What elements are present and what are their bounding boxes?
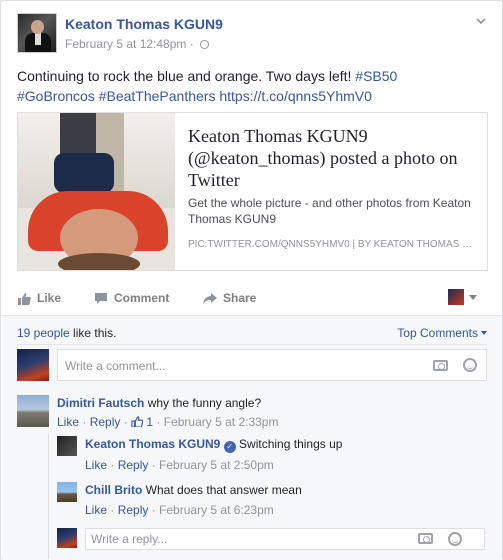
post-actions-bar: Like Comment Share	[17, 285, 487, 313]
post-header: Keaton Thomas KGUN9 February 5 at 12:48p…	[17, 13, 487, 55]
page-selector[interactable]	[448, 289, 477, 305]
reply-text: Switching things up	[239, 437, 343, 451]
share-icon	[203, 292, 217, 304]
link-preview-thumbnail[interactable]	[18, 113, 175, 270]
reply-meta: Like · Reply · February 5 at 6:23pm	[85, 503, 274, 517]
verified-check-icon: ✓	[223, 441, 236, 453]
likes-suffix: like this.	[69, 326, 117, 340]
reply-time[interactable]: February 5 at 2:50pm	[159, 458, 274, 472]
commenter-avatar[interactable]	[17, 395, 49, 427]
reply-placeholder: Write a reply...	[91, 532, 168, 546]
comment-time[interactable]: February 5 at 2:33pm	[164, 415, 279, 429]
commenter-name[interactable]: Dimitri Fautsch	[57, 396, 144, 410]
comment-button[interactable]: Comment	[94, 291, 169, 305]
post-timestamp[interactable]: February 5 at 12:48pm	[65, 37, 186, 51]
reply-thread-line	[48, 434, 49, 559]
page-avatar	[448, 289, 464, 305]
comment-text: why the funny angle?	[147, 396, 262, 410]
emoji-icon[interactable]	[463, 358, 477, 372]
caret-down-icon	[481, 331, 487, 335]
chevron-down-icon[interactable]	[475, 15, 487, 27]
comments-section: 19 people like this. Top Comments Write …	[2, 315, 502, 560]
post-text: Continuing to rock the blue and orange. …	[17, 66, 487, 106]
thumbs-up-icon	[131, 416, 144, 428]
comment-meta: Like · Reply · 1 · February 5 at 2:33pm	[57, 415, 279, 429]
reply-like-link[interactable]: Like	[85, 458, 107, 472]
caret-down-icon	[469, 294, 477, 300]
author-name[interactable]: Keaton Thomas KGUN9	[65, 16, 223, 32]
reply-input[interactable]: Write a reply...	[85, 528, 485, 550]
reply-time[interactable]: February 5 at 6:23pm	[159, 503, 274, 517]
author-avatar[interactable]	[17, 13, 57, 53]
divider	[17, 344, 487, 345]
hashtag-sb50[interactable]: #SB50	[355, 68, 397, 84]
comment-input[interactable]: Write a comment...	[57, 349, 487, 381]
globe-icon	[200, 40, 210, 49]
reply-text: What does that answer mean	[145, 483, 302, 497]
comment-like-link[interactable]: Like	[57, 415, 79, 429]
post-meta: February 5 at 12:48pm ·	[65, 37, 210, 51]
share-label: Share	[223, 291, 257, 305]
camera-icon[interactable]	[433, 360, 448, 371]
reply-like-link[interactable]: Like	[85, 503, 107, 517]
link-preview-source: pic.twitter.com/qnns5YhmV0 | By Keaton T…	[188, 239, 478, 250]
likes-count-link[interactable]: 19 people	[17, 326, 70, 340]
hashtag-gobroncos[interactable]: #GoBroncos	[17, 88, 95, 104]
link-preview-description: Get the whole picture - and other photos…	[188, 196, 471, 226]
post-text-plain: Continuing to rock the blue and orange. …	[17, 68, 352, 84]
reply-item: Chill Brito What does that answer mean	[85, 482, 302, 498]
reply-reply-link[interactable]: Reply	[118, 503, 149, 517]
comment-reply-link[interactable]: Reply	[90, 415, 121, 429]
like-label: Like	[37, 291, 62, 305]
comment-item: Dimitri Fautsch why the funny angle?	[57, 395, 261, 411]
comment-icon	[95, 292, 107, 304]
thumbs-up-icon	[18, 292, 31, 305]
current-user-avatar	[57, 528, 77, 548]
link-preview-title[interactable]: Keaton Thomas KGUN9 (@keaton_thomas) pos…	[188, 125, 478, 191]
like-button[interactable]: Like	[17, 291, 61, 305]
emoji-icon[interactable]	[448, 532, 462, 546]
reply-author-name[interactable]: Keaton Thomas KGUN9	[85, 437, 220, 451]
top-comments-label: Top Comments	[397, 326, 478, 340]
top-comments-dropdown[interactable]: Top Comments	[397, 326, 487, 340]
comment-like-count[interactable]: 1	[146, 415, 153, 429]
meta-separator: ·	[189, 37, 194, 51]
current-user-avatar	[17, 349, 49, 381]
link-preview-card[interactable]: Keaton Thomas KGUN9 (@keaton_thomas) pos…	[17, 112, 488, 271]
reply-item: Keaton Thomas KGUN9 ✓ Switching things u…	[85, 436, 342, 453]
comment-placeholder: Write a comment...	[65, 359, 166, 373]
camera-icon[interactable]	[418, 533, 433, 544]
likes-summary: 19 people like this.	[17, 326, 116, 340]
share-button[interactable]: Share	[202, 291, 256, 305]
reply-author-name[interactable]: Chill Brito	[85, 483, 142, 497]
reply-author-avatar[interactable]	[57, 436, 77, 456]
reply-reply-link[interactable]: Reply	[118, 458, 149, 472]
post-card: Keaton Thomas KGUN9 February 5 at 12:48p…	[0, 0, 503, 560]
reply-meta: Like · Reply · February 5 at 2:50pm	[85, 458, 274, 472]
hashtag-beatthepanthers[interactable]: #BeatThePanthers	[99, 88, 216, 104]
comment-label: Comment	[114, 291, 170, 305]
reply-author-avatar[interactable]	[57, 482, 77, 502]
post-link[interactable]: https://t.co/qnns5YhmV0	[219, 88, 372, 104]
